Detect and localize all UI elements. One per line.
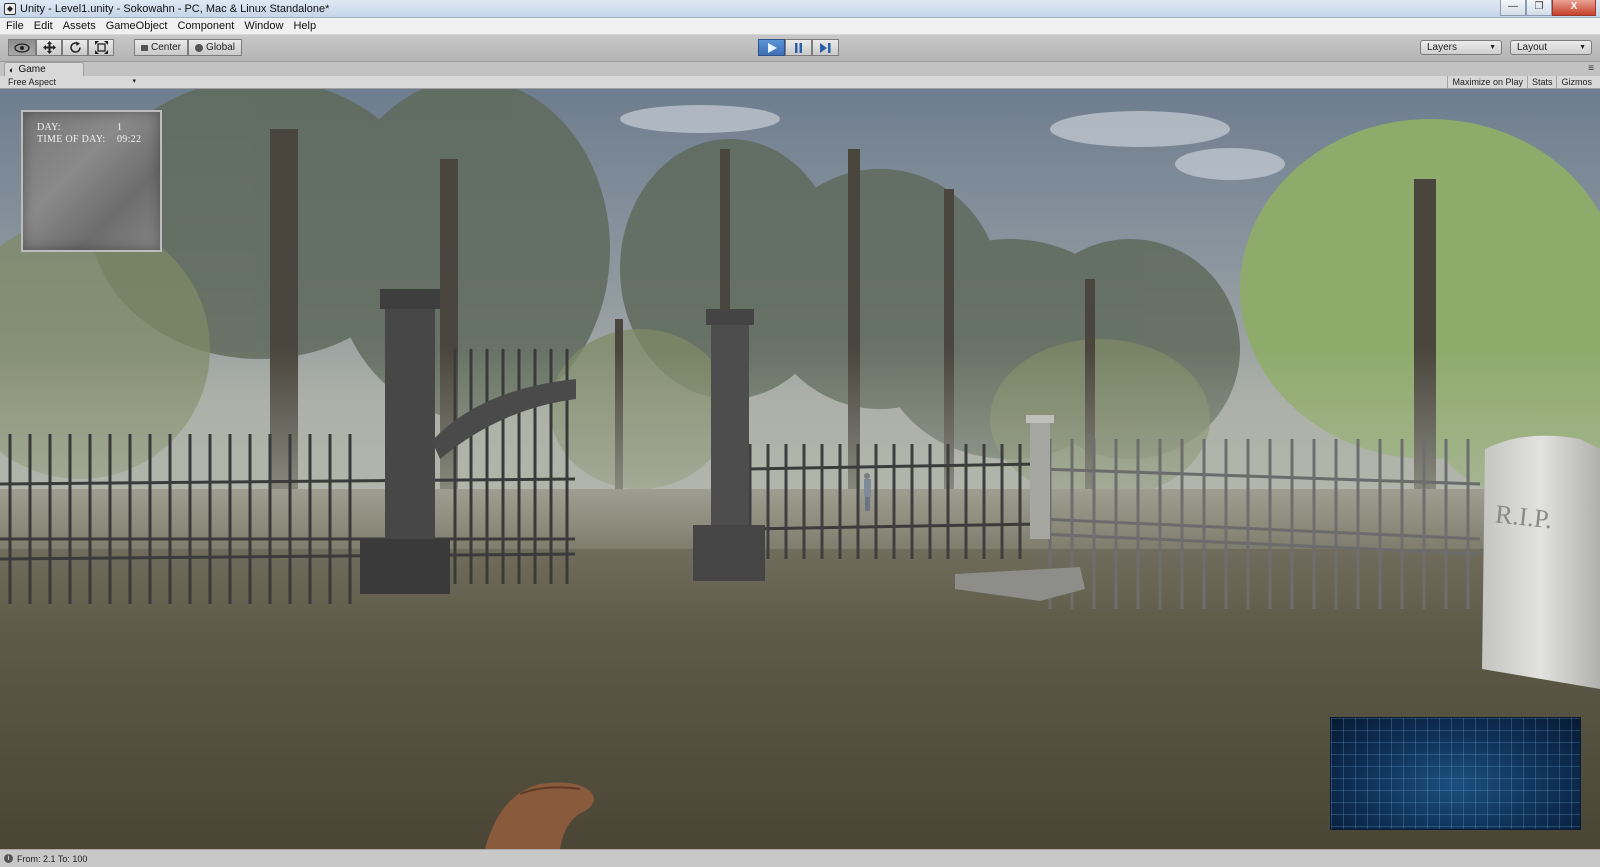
pivot-icon: [140, 44, 148, 51]
maximize-button[interactable]: ❐: [1526, 0, 1552, 16]
menu-edit[interactable]: Edit: [30, 20, 59, 32]
unity-app-icon: ◆: [4, 2, 16, 15]
fog: [0, 349, 1600, 549]
space-global-toggle[interactable]: Global: [188, 39, 242, 56]
time-of-day-label: TIME OF DAY:: [37, 134, 106, 145]
game-controller-icon: ◐: [9, 64, 15, 75]
menu-help[interactable]: Help: [289, 20, 322, 32]
space-global-label: Global: [206, 42, 235, 53]
maximize-on-play-toggle[interactable]: Maximize on Play: [1447, 76, 1527, 88]
tombstone-inscription: R.I.P.: [1494, 499, 1554, 534]
info-icon: i: [4, 854, 13, 863]
window-title: Unity - Level1.unity - Sokowahn - PC, Ma…: [20, 2, 330, 15]
window-controls: — ❐ X: [1500, 0, 1596, 16]
pause-button[interactable]: [785, 39, 812, 56]
step-button[interactable]: [812, 39, 839, 56]
day-label: DAY:: [37, 122, 61, 133]
layout-dropdown[interactable]: Layout ▼: [1510, 40, 1592, 55]
layout-label: Layout: [1517, 42, 1548, 53]
menu-gameobject[interactable]: GameObject: [102, 20, 174, 32]
play-controls: [758, 39, 839, 56]
gizmos-dropdown[interactable]: Gizmos: [1556, 76, 1596, 88]
time-of-day-value: 09:22: [117, 134, 142, 145]
day-time-hud: DAY: 1 TIME OF DAY: 09:22: [21, 110, 162, 252]
play-icon: [767, 42, 777, 53]
pivot-center-label: Center: [150, 42, 181, 53]
status-bar: i From: 2.1 To: 100: [0, 849, 1600, 867]
move-icon: [42, 41, 56, 54]
stats-toggle[interactable]: Stats: [1526, 76, 1557, 88]
layers-dropdown[interactable]: Layers ▼: [1420, 40, 1502, 55]
menu-component[interactable]: Component: [173, 20, 240, 32]
chevron-down-icon: ▼: [1489, 44, 1496, 51]
tab-game-label: Game: [18, 64, 46, 75]
game-viewport[interactable]: R.I.P. DAY: 1 TIME OF DAY: 09:22: [0, 89, 1600, 849]
pause-icon: [795, 42, 802, 53]
pivot-tools: Center Global: [134, 39, 242, 56]
day-value: 1: [117, 122, 123, 133]
tab-game[interactable]: ◐ Game: [4, 62, 84, 76]
menu-assets[interactable]: Assets: [59, 20, 102, 32]
transform-tools: [8, 39, 114, 56]
scale-icon: [94, 41, 108, 54]
close-button[interactable]: X: [1552, 0, 1596, 16]
window-titlebar: ◆ Unity - Level1.unity - Sokowahn - PC, …: [0, 0, 1600, 18]
rotate-icon: [69, 41, 81, 53]
chevron-down-icon: ▾: [132, 78, 136, 85]
menu-window[interactable]: Window: [240, 20, 289, 32]
menu-file[interactable]: File: [2, 20, 30, 32]
console-status-text[interactable]: From: 2.1 To: 100: [17, 854, 87, 864]
move-tool-button[interactable]: [36, 39, 62, 56]
layers-label: Layers: [1427, 42, 1458, 53]
game-view-options: Maximize on Play Stats Gizmos: [1447, 76, 1596, 88]
globe-icon: [195, 43, 204, 52]
step-icon: [820, 42, 831, 53]
menu-bar: File Edit Assets GameObject Component Wi…: [0, 18, 1600, 35]
rip-tombstone: R.I.P.: [1482, 435, 1600, 689]
aspect-label: Free Aspect: [8, 77, 57, 87]
scale-tool-button[interactable]: [88, 39, 114, 56]
panel-menu-icon[interactable]: ≡: [1588, 63, 1594, 74]
minimize-button[interactable]: —: [1500, 0, 1526, 16]
minimap: [1330, 717, 1581, 830]
panel-tabbar: ◐ Game ≡: [0, 62, 1600, 76]
game-view-controlbar: Free Aspect ▾ Maximize on Play Stats Giz…: [0, 76, 1600, 89]
eye-icon: [14, 42, 30, 53]
play-button[interactable]: [758, 39, 785, 56]
aspect-dropdown[interactable]: Free Aspect ▾: [4, 76, 138, 88]
view-tool-button[interactable]: [8, 39, 36, 56]
chevron-down-icon: ▼: [1579, 44, 1586, 51]
minimap-grid: [1331, 718, 1580, 829]
rotate-tool-button[interactable]: [62, 39, 88, 56]
main-toolbar: Center Global Layers ▼ Layout ▼: [0, 35, 1600, 62]
pivot-center-toggle[interactable]: Center: [134, 39, 188, 56]
